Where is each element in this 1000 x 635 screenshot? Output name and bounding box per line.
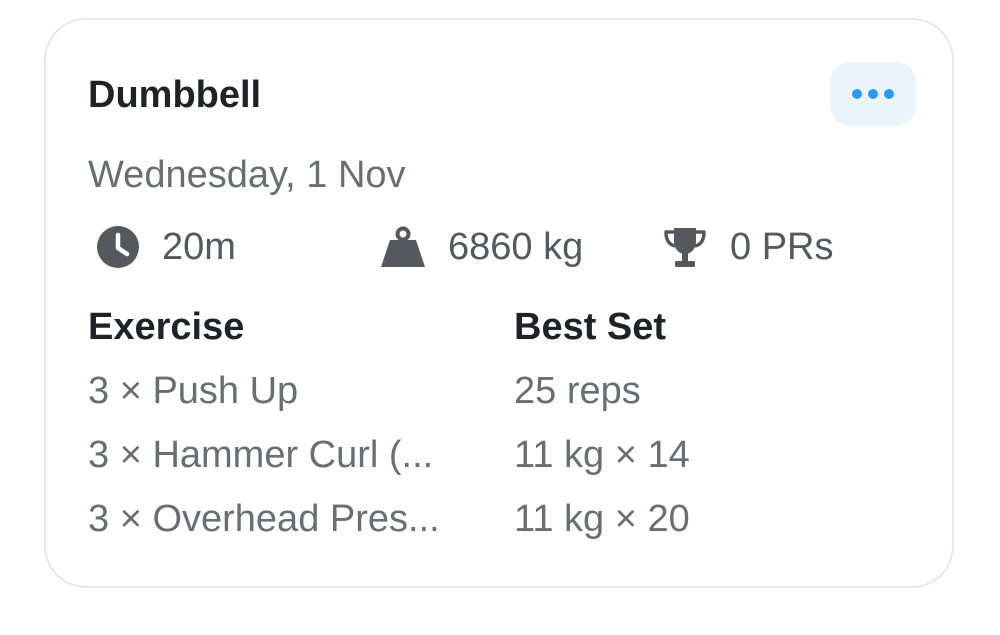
exercise-name: 3 × Hammer Curl (...	[88, 434, 434, 476]
best-set-column-header: Best Set	[514, 306, 667, 348]
volume-value: 6860 kg	[448, 226, 584, 268]
duration-stat: 20m	[96, 220, 236, 274]
workout-card[interactable]: Dumbbell Wednesday, 1 Nov 20m 6860 kg 0 …	[44, 18, 954, 588]
clock-icon	[96, 225, 140, 269]
exercise-row: 3 × Hammer Curl (... 11 kg × 14	[88, 432, 918, 478]
exercise-column-header: Exercise	[88, 306, 245, 348]
prs-stat: 0 PRs	[662, 220, 833, 274]
volume-stat: 6860 kg	[380, 220, 583, 274]
best-set-value: 11 kg × 14	[514, 434, 690, 476]
workout-date: Wednesday, 1 Nov	[88, 154, 406, 196]
exercise-name: 3 × Push Up	[88, 370, 299, 412]
exercise-name: 3 × Overhead Pres...	[88, 498, 440, 540]
exercise-row: 3 × Push Up 25 reps	[88, 368, 918, 414]
exercise-row: 3 × Overhead Pres... 11 kg × 20	[88, 496, 918, 542]
more-dots-icon	[852, 89, 894, 99]
more-options-button[interactable]	[830, 62, 916, 126]
weight-icon	[380, 226, 426, 268]
workout-title: Dumbbell	[88, 74, 262, 116]
duration-value: 20m	[162, 226, 236, 268]
best-set-value: 11 kg × 20	[514, 498, 690, 540]
prs-value: 0 PRs	[730, 226, 834, 268]
best-set-value: 25 reps	[514, 370, 641, 412]
trophy-icon	[662, 225, 708, 269]
